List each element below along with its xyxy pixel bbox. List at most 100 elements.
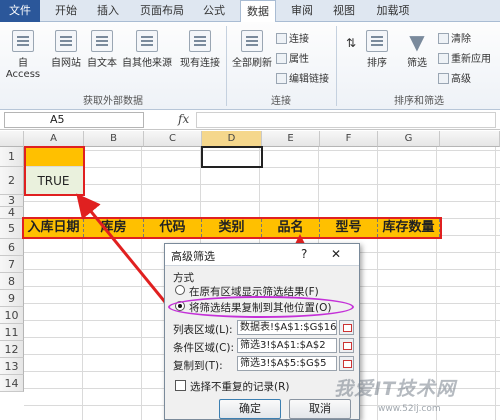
row-header-2[interactable]: 2 [0, 167, 24, 195]
text-file-icon [91, 30, 113, 52]
column-header-b[interactable]: B [84, 131, 144, 147]
row-header-1[interactable]: 1 [0, 147, 24, 167]
refresh-icon [241, 30, 263, 52]
criteria-range-label: 条件区域(C): [173, 342, 235, 354]
column-header-g[interactable]: G [378, 131, 440, 147]
from-access-label: 自 Access [5, 58, 41, 80]
clear-filter-button[interactable]: 清除 [438, 30, 471, 45]
clear-icon [438, 33, 449, 44]
row-header-13[interactable]: 13 [0, 358, 24, 375]
filter-label: 筛选 [407, 58, 427, 69]
row-header-5[interactable]: 5 [0, 219, 24, 239]
list-range-picker-icon[interactable] [339, 320, 354, 335]
tab-data[interactable]: 数据 [240, 0, 276, 23]
refresh-all-label: 全部刷新 [232, 58, 272, 69]
access-icon [12, 30, 34, 52]
column-header-e[interactable]: E [262, 131, 320, 147]
name-box[interactable]: A5 [4, 112, 144, 128]
active-cell-d1[interactable] [201, 146, 263, 168]
ok-button[interactable]: 确定 [219, 399, 281, 419]
criteria-range-input[interactable]: 筛选3!$A$1:$A$2 [237, 338, 337, 353]
reapply-label: 重新应用 [451, 54, 491, 65]
refresh-all-button[interactable]: 全部刷新 [230, 30, 274, 69]
row-header-8[interactable]: 8 [0, 273, 24, 290]
group-label-external-data: 获取外部数据 [83, 96, 143, 107]
criteria-range-picker-icon[interactable] [339, 338, 354, 353]
edit-links-button[interactable]: 编辑链接 [276, 70, 329, 85]
cancel-button[interactable]: 取消 [289, 399, 351, 419]
column-header-f[interactable]: F [320, 131, 378, 147]
close-button[interactable]: ✕ [331, 247, 341, 261]
group-label-connections: 连接 [271, 96, 291, 107]
column-header-c[interactable]: C [144, 131, 202, 147]
row-header-14[interactable]: 14 [0, 375, 24, 392]
filter-button[interactable]: ▼ 筛选 [402, 30, 432, 69]
ribbon-tab-bar: 文件 开始 插入 页面布局 公式 数据 审阅 视图 加载项 [0, 0, 500, 23]
dialog-title: 高级筛选 [171, 250, 215, 263]
from-other-label: 自其他来源 [122, 58, 172, 69]
copy-to-input[interactable]: 筛选3!$A$5:$G$5 [237, 356, 337, 371]
tab-review[interactable]: 审阅 [284, 0, 320, 22]
from-web-button[interactable]: 自网站 [48, 30, 84, 69]
edit-links-icon [276, 73, 287, 84]
row-header-6[interactable]: 6 [0, 239, 24, 256]
clear-label: 清除 [451, 34, 471, 45]
row-header-9[interactable]: 9 [0, 290, 24, 307]
advanced-filter-dialog: 高级筛选 ? ✕ 方式 在原有区域显示筛选结果(F) 将筛选结果复制到其他位置(… [164, 243, 360, 420]
radio-in-place[interactable] [175, 285, 185, 295]
from-other-sources-button[interactable]: 自其他来源 [120, 30, 174, 69]
tab-file[interactable]: 文件 [0, 0, 40, 22]
tab-addins[interactable]: 加载项 [370, 0, 416, 22]
mode-section-label: 方式 [173, 272, 194, 284]
sort-ascending-icon: ⇅ [345, 36, 357, 50]
ribbon-panel: 自 Access 自网站 自文本 自其他来源 现有连接 获取外部数据 全部刷新 … [0, 22, 500, 110]
criteria-highlight-box [24, 146, 85, 196]
existing-connections-button[interactable]: 现有连接 [178, 30, 222, 69]
copy-to-label: 复制到(T): [173, 360, 223, 372]
column-header-d[interactable]: D [202, 131, 262, 147]
row-header-10[interactable]: 10 [0, 307, 24, 324]
properties-label: 属性 [289, 54, 309, 65]
funnel-icon: ▼ [409, 30, 425, 54]
advanced-filter-button[interactable]: 高级 [438, 70, 471, 85]
from-text-button[interactable]: 自文本 [84, 30, 120, 69]
unique-records-checkbox[interactable] [175, 380, 186, 391]
select-all-corner[interactable] [0, 131, 24, 147]
tab-insert[interactable]: 插入 [90, 0, 126, 22]
web-icon [55, 30, 77, 52]
help-button[interactable]: ? [301, 247, 307, 261]
sort-ascending-button[interactable]: ⇅ [340, 36, 362, 50]
tab-home[interactable]: 开始 [48, 0, 84, 22]
list-range-input[interactable]: 数据表!$A$1:$G$16 [237, 320, 337, 335]
insert-function-icon[interactable]: fx [178, 112, 189, 126]
row-header-7[interactable]: 7 [0, 256, 24, 273]
tab-formulas[interactable]: 公式 [196, 0, 232, 22]
connections-label: 连接 [289, 34, 309, 45]
formula-input[interactable] [196, 112, 496, 128]
group-label-sort-filter: 排序和筛选 [394, 96, 444, 107]
formula-bar: A5 fx [0, 110, 500, 130]
connections-icon [189, 30, 211, 52]
copy-to-picker-icon[interactable] [339, 356, 354, 371]
sort-button[interactable]: 排序 [362, 30, 392, 69]
option-highlight-ellipse [168, 296, 354, 318]
connections-button[interactable]: 连接 [276, 30, 309, 45]
column-header-a[interactable]: A [24, 131, 84, 147]
properties-button[interactable]: 属性 [276, 50, 309, 65]
group-divider [336, 26, 337, 106]
reapply-button[interactable]: 重新应用 [438, 50, 491, 65]
row-header-4[interactable]: 4 [0, 207, 24, 219]
unique-records-label[interactable]: 选择不重复的记录(R) [190, 379, 290, 394]
reapply-icon [438, 53, 449, 64]
dialog-title-bar[interactable]: 高级筛选 ? ✕ [165, 244, 359, 266]
existing-connections-label: 现有连接 [180, 58, 220, 69]
tab-page-layout[interactable]: 页面布局 [134, 0, 190, 22]
watermark-logo: 我爱IT技术网 [334, 378, 457, 400]
row-header-11[interactable]: 11 [0, 324, 24, 341]
tab-view[interactable]: 视图 [326, 0, 362, 22]
from-web-label: 自网站 [51, 58, 81, 69]
row-header-12[interactable]: 12 [0, 341, 24, 358]
from-access-button[interactable]: 自 Access [0, 30, 46, 80]
edit-links-label: 编辑链接 [289, 74, 329, 85]
column-header-blank [440, 131, 500, 147]
